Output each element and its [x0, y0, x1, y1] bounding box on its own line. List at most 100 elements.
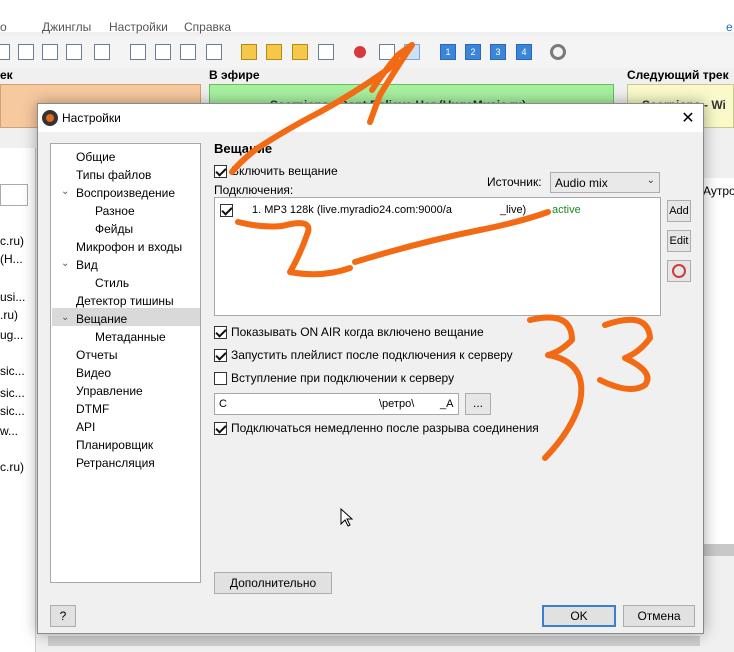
chevron-down-icon: ⌄	[646, 175, 655, 186]
delete-button[interactable]	[667, 260, 691, 282]
edit-button[interactable]: Edit	[667, 230, 691, 252]
list-item[interactable]: (H...	[0, 252, 23, 266]
intro-path-end: _A	[440, 398, 454, 410]
broadcast-icon[interactable]	[404, 44, 420, 60]
list-item[interactable]: .ru)	[0, 308, 18, 322]
connections-label: Подключения:	[214, 183, 294, 197]
dialog-title: Настройки	[62, 111, 121, 125]
reconnect-label: Подключаться немедленно после разрыва со…	[231, 421, 539, 435]
list-item[interactable]: c.ru)	[0, 234, 24, 248]
stats-icon[interactable]	[379, 44, 395, 60]
tree-item-misc[interactable]: Разное	[95, 204, 135, 218]
source-select[interactable]: Audio mix ⌄	[550, 172, 660, 193]
menu-bar: о Джинглы Настройки Справка e	[0, 0, 734, 34]
layout-add-icon[interactable]	[94, 44, 110, 60]
player-2-icon[interactable]: 2	[465, 44, 481, 60]
reconnect-checkbox[interactable]	[214, 422, 227, 435]
previous-track-label: ек	[0, 68, 13, 82]
source-label: Источник:	[487, 175, 542, 189]
menu-item-jingles[interactable]: Джинглы	[42, 20, 91, 34]
settings-dialog: Настройки ✕ ⌄ ⌄ ⌄ Общие Типы файлов Восп…	[37, 103, 704, 634]
schedule-icon[interactable]	[241, 44, 257, 60]
add-track-icon[interactable]	[130, 44, 146, 60]
add-button[interactable]: Add	[667, 200, 691, 222]
player-3-icon[interactable]: 3	[490, 44, 506, 60]
clipboard-icon[interactable]	[318, 44, 334, 60]
player-1-icon[interactable]: 1	[440, 44, 456, 60]
list-item[interactable]: ug...	[0, 328, 23, 342]
record-icon[interactable]	[354, 46, 366, 58]
intro-path-middle: \ретро\	[379, 398, 415, 410]
chevron-down-icon[interactable]: ⌄	[61, 186, 69, 197]
dialog-titlebar: Настройки ✕	[38, 104, 703, 132]
toolbar: 1 2 3 4	[0, 36, 734, 68]
menu-item-edge[interactable]: о	[0, 20, 7, 34]
scrollbar[interactable]	[48, 636, 700, 646]
layout-icon[interactable]	[42, 44, 58, 60]
list-item[interactable]: sic...	[0, 386, 25, 400]
ok-button[interactable]: OK	[542, 605, 616, 627]
tree-item-view[interactable]: Вид	[76, 258, 98, 272]
tree-item-file-types[interactable]: Типы файлов	[76, 168, 151, 182]
add-folder-icon[interactable]	[180, 44, 196, 60]
menu-item-right-edge[interactable]: e	[726, 20, 733, 34]
settings-tree: ⌄ ⌄ ⌄ Общие Типы файлов Воспроизведение …	[50, 143, 201, 583]
connection-checkbox[interactable]	[220, 204, 233, 217]
browse-button[interactable]: ...	[465, 393, 491, 415]
intro-on-connect-checkbox[interactable]	[214, 372, 227, 385]
start-playlist-checkbox[interactable]	[214, 349, 227, 362]
tree-item-relay[interactable]: Ретрансляция	[76, 456, 155, 470]
list-item[interactable]: usi...	[0, 290, 25, 304]
next-track-label: Следующий трек	[627, 68, 729, 82]
intro-file-path-input[interactable]: C \ретро\ _A	[214, 393, 459, 415]
layout-icon[interactable]	[0, 44, 10, 60]
tree-item-mic-inputs[interactable]: Микрофон и входы	[76, 240, 182, 254]
show-onair-checkbox[interactable]	[214, 326, 227, 339]
connections-list: 1. MP3 128k (live.myradio24.com:9000/a _l…	[214, 197, 661, 316]
tree-item-video[interactable]: Видео	[76, 366, 111, 380]
menu-item-settings[interactable]: Настройки	[109, 20, 168, 34]
tree-item-general[interactable]: Общие	[76, 150, 115, 164]
tools-icon[interactable]	[292, 44, 308, 60]
connection-text[interactable]: 1. MP3 128k (live.myradio24.com:9000/a _l…	[252, 204, 526, 216]
close-icon[interactable]: ✕	[678, 108, 698, 128]
app-icon	[42, 110, 58, 126]
intro-path-start: C	[219, 398, 227, 410]
list-item[interactable]: c.ru)	[0, 460, 24, 474]
add-url-icon[interactable]	[206, 44, 222, 60]
layout-icon[interactable]	[18, 44, 34, 60]
tree-item-silence-detector[interactable]: Детектор тишины	[76, 294, 174, 308]
player-4-icon[interactable]: 4	[516, 44, 532, 60]
list-item[interactable]: sic...	[0, 404, 25, 418]
tree-item-broadcast[interactable]: Вещание	[76, 312, 127, 326]
tree-item-control[interactable]: Управление	[76, 384, 143, 398]
menu-item-help[interactable]: Справка	[184, 20, 231, 34]
tree-item-playback[interactable]: Воспроизведение	[76, 186, 175, 200]
scrollbar[interactable]	[704, 544, 734, 556]
tree-item-reports[interactable]: Отчеты	[76, 348, 117, 362]
add-track-icon[interactable]	[155, 44, 171, 60]
playlist-selector[interactable]	[0, 184, 28, 206]
advanced-button[interactable]: Дополнительно	[214, 572, 332, 594]
chevron-down-icon[interactable]: ⌄	[61, 312, 69, 323]
chevron-down-icon[interactable]: ⌄	[61, 258, 69, 269]
source-select-value: Audio mix	[555, 176, 608, 190]
ad-icon[interactable]	[266, 44, 282, 60]
start-playlist-label: Запустить плейлист после подключения к с…	[231, 348, 513, 362]
list-item[interactable]: sic...	[0, 364, 25, 378]
enable-broadcast-checkbox[interactable]	[214, 165, 227, 178]
onair-label: В эфире	[209, 68, 260, 82]
tree-item-api[interactable]: API	[76, 420, 95, 434]
tree-item-fades[interactable]: Фейды	[95, 222, 133, 236]
list-item[interactable]: w...	[0, 424, 18, 438]
layout-icon[interactable]	[66, 44, 82, 60]
outro-column: Аутро	[700, 178, 734, 548]
cancel-button[interactable]: Отмена	[623, 605, 695, 627]
tree-item-metadata[interactable]: Метаданные	[95, 330, 166, 344]
tree-item-style[interactable]: Стиль	[95, 276, 129, 290]
tree-item-scheduler[interactable]: Планировщик	[76, 438, 153, 452]
gear-icon[interactable]	[550, 44, 566, 60]
outro-header: Аутро	[703, 184, 734, 198]
help-button[interactable]: ?	[50, 605, 76, 627]
tree-item-dtmf[interactable]: DTMF	[76, 402, 109, 416]
